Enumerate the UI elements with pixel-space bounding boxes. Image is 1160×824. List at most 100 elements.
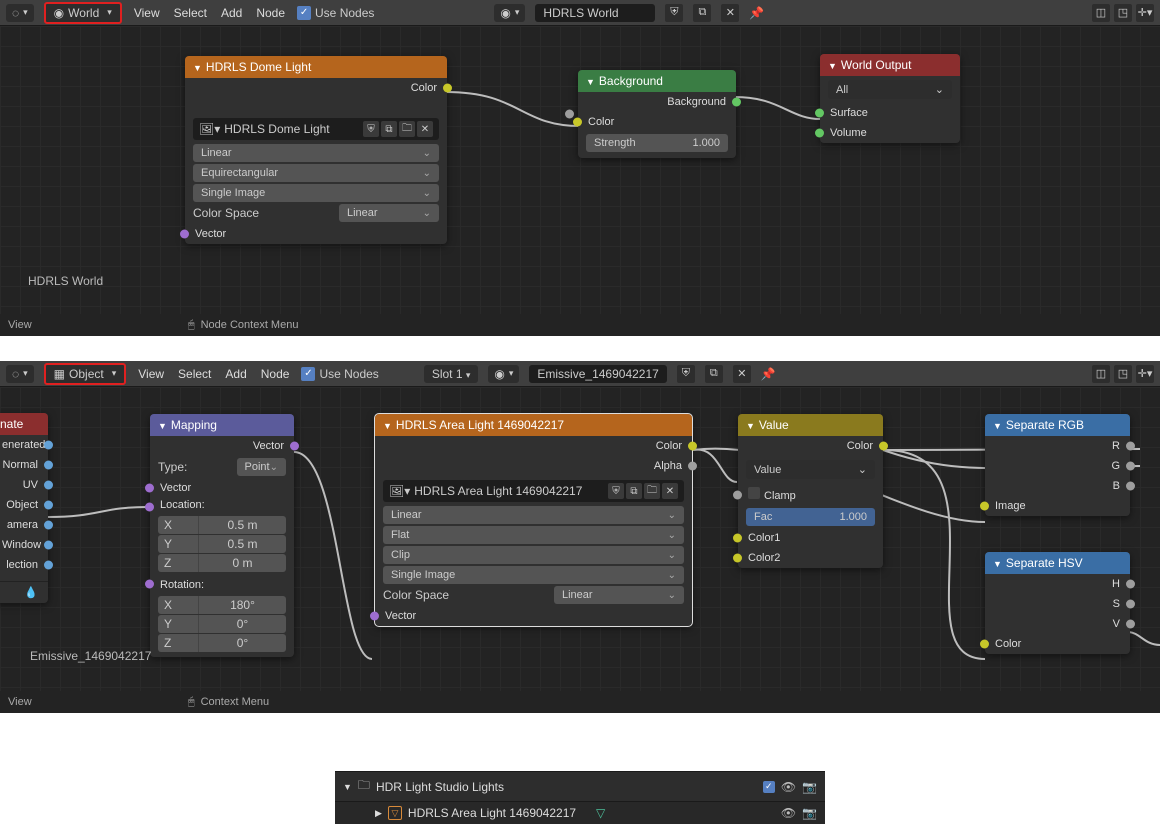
render-icon[interactable]: 📷 (802, 780, 817, 794)
image-icon: 🖼▾ (389, 484, 410, 498)
duplicate-icon[interactable]: ⧉ (381, 121, 397, 137)
duplicate-icon[interactable]: ⧉ (705, 365, 723, 383)
render-icon[interactable]: 📷 (802, 806, 817, 820)
node-canvas-world[interactable]: ▼HDRLS Dome Light Color 🖼▾ HDRLS Dome Li… (0, 26, 1160, 314)
node-separate-rgb[interactable]: ▼Separate RGB R G B Image (985, 414, 1130, 516)
node-title: World Output (841, 58, 911, 72)
fake-user-icon[interactable]: ⛨ (608, 483, 624, 499)
use-nodes-checkbox[interactable]: ✓Use Nodes (297, 6, 374, 20)
shader-type-dropdown[interactable]: ◉ World ▾ (44, 2, 122, 24)
projection-dropdown[interactable]: Flat⌄ (383, 526, 684, 544)
shader-type-dropdown[interactable]: ▦ Object ▾ (44, 363, 127, 385)
interpolation-dropdown[interactable]: Linear⌄ (383, 506, 684, 524)
pin-icon[interactable]: 📌 (749, 6, 764, 20)
unlink-icon[interactable]: ✕ (733, 365, 751, 383)
tool-icon-2[interactable]: ◳ (1114, 4, 1132, 22)
visibility-icon[interactable]: 👁 (781, 780, 796, 794)
fake-user-icon[interactable]: ⛨ (363, 121, 379, 137)
image-name-field[interactable]: 🖼▾ HDRLS Area Light 1469042217 ⛨⧉🗀✕ (383, 480, 684, 502)
unlink-icon[interactable]: ✕ (417, 121, 433, 137)
fac-field[interactable]: Fac1.000 (746, 508, 875, 526)
use-nodes-checkbox[interactable]: ✓Use Nodes (301, 367, 378, 381)
open-icon[interactable]: 🗀 (644, 483, 660, 499)
rot-y[interactable]: Y0° (158, 615, 286, 633)
loc-z[interactable]: Z0 m (158, 554, 286, 572)
colorspace-dropdown[interactable]: Linear⌄ (339, 204, 439, 222)
projection-dropdown[interactable]: Equirectangular⌄ (193, 164, 439, 182)
menu-view[interactable]: View (132, 6, 162, 20)
exclude-checkbox[interactable]: ✓ (763, 781, 775, 793)
editor-type-dropdown[interactable]: ◌▾ (6, 4, 34, 22)
rot-z[interactable]: Z0° (158, 634, 286, 652)
material-browse-icon[interactable]: ◉▾ (488, 365, 519, 383)
slot-dropdown[interactable]: Slot 1 ▾ (424, 365, 479, 383)
collection-name: HDR Light Studio Lights (376, 780, 504, 794)
tool-icon-2[interactable]: ◳ (1114, 365, 1132, 383)
world-name-field[interactable]: HDRLS World (535, 4, 655, 22)
menu-node[interactable]: Node (259, 367, 292, 381)
snap-icon[interactable]: ✛▾ (1136, 365, 1154, 383)
socket-vector-out: Vector (150, 436, 294, 456)
source-dropdown[interactable]: Single Image⌄ (383, 566, 684, 584)
target-dropdown[interactable]: All⌄ (828, 80, 952, 99)
loc-x[interactable]: X0.5 m (158, 516, 286, 534)
interpolation-dropdown[interactable]: Linear⌄ (193, 144, 439, 162)
open-icon[interactable]: 🗀 (399, 121, 415, 137)
fake-user-icon[interactable]: ⛨ (677, 365, 695, 383)
node-world-output[interactable]: ▼World Output All⌄ Surface Volume (820, 54, 960, 143)
node-canvas-object[interactable]: nate enerated Normal UV Object amera Win… (0, 387, 1160, 691)
outliner-row-group[interactable]: ▼🗀 HDR Light Studio Lights ✓ 👁 📷 (335, 771, 825, 801)
socket-image-in: Image (985, 496, 1130, 516)
world-browse-icon[interactable]: ◉▾ (494, 4, 525, 22)
duplicate-icon[interactable]: ⧉ (626, 483, 642, 499)
node-hdrls-dome-light[interactable]: ▼HDRLS Dome Light Color 🖼▾ HDRLS Dome Li… (185, 56, 447, 244)
extension-dropdown[interactable]: Clip⌄ (383, 546, 684, 564)
blend-type-dropdown[interactable]: Value⌄ (746, 460, 875, 479)
node-texture-coordinate[interactable]: nate enerated Normal UV Object amera Win… (0, 413, 48, 603)
menu-select[interactable]: Select (172, 6, 209, 20)
socket-window: Window (0, 535, 48, 555)
image-name-field[interactable]: 🖼▾ HDRLS Dome Light ⛨⧉🗀✕ (193, 118, 439, 140)
node-title: HDRLS Dome Light (206, 60, 311, 74)
unlink-icon[interactable]: ✕ (662, 483, 678, 499)
socket-v-out: V (985, 614, 1130, 634)
node-separate-hsv[interactable]: ▼Separate HSV H S V Color (985, 552, 1130, 654)
rot-x[interactable]: X180° (158, 596, 286, 614)
image-icon: 🖼▾ (199, 122, 220, 136)
node-mapping[interactable]: ▼Mapping Vector Type: Point⌄ Vector Loca… (150, 414, 294, 657)
fake-user-icon[interactable]: ⛨ (665, 4, 683, 22)
menu-view[interactable]: View (136, 367, 166, 381)
clamp-checkbox[interactable]: Clamp (738, 483, 883, 506)
snap-icon[interactable]: ✛▾ (1136, 4, 1154, 22)
menu-add[interactable]: Add (223, 367, 248, 381)
node-title: Value (759, 418, 789, 432)
statusbar-view[interactable]: View (8, 319, 48, 331)
node-background[interactable]: ▼Background Background Color Strength1.0… (578, 70, 736, 158)
tool-icon-1[interactable]: ◫ (1092, 4, 1110, 22)
socket-volume-in: Volume (820, 123, 960, 143)
node-mix-value[interactable]: ▼Value Color Value⌄ Clamp Fac1.000 Color… (738, 414, 883, 568)
type-dropdown[interactable]: Point⌄ (237, 458, 286, 476)
strength-field[interactable]: Strength1.000 (586, 134, 728, 152)
visibility-icon[interactable]: 👁 (781, 806, 796, 820)
menu-select[interactable]: Select (176, 367, 213, 381)
modifier-icon[interactable]: ▽ (596, 806, 605, 820)
node-hdrls-area-light[interactable]: ▼HDRLS Area Light 1469042217 Color Alpha… (375, 414, 692, 626)
eyedropper-icon[interactable]: 💧 (0, 581, 48, 603)
socket-object: Object (0, 495, 48, 515)
menu-add[interactable]: Add (219, 6, 244, 20)
colorspace-dropdown[interactable]: Linear⌄ (554, 586, 684, 604)
node-title: Separate HSV (1006, 556, 1083, 570)
material-name-field[interactable]: Emissive_1469042217 (529, 365, 666, 383)
menu-node[interactable]: Node (254, 6, 287, 20)
loc-y[interactable]: Y0.5 m (158, 535, 286, 553)
tool-icon-1[interactable]: ◫ (1092, 365, 1110, 383)
source-dropdown[interactable]: Single Image⌄ (193, 184, 439, 202)
outliner-row-item[interactable]: ▶▽ HDRLS Area Light 1469042217 ▽ 👁 📷 (335, 801, 825, 824)
editor-type-dropdown[interactable]: ◌▾ (6, 365, 34, 383)
shader-editor-object: ◌▾ ▦ Object ▾ View Select Add Node ✓Use … (0, 361, 1160, 713)
pin-icon[interactable]: 📌 (761, 367, 776, 381)
unlink-icon[interactable]: ✕ (721, 4, 739, 22)
duplicate-icon[interactable]: ⧉ (693, 4, 711, 22)
statusbar-view[interactable]: View (8, 696, 48, 708)
